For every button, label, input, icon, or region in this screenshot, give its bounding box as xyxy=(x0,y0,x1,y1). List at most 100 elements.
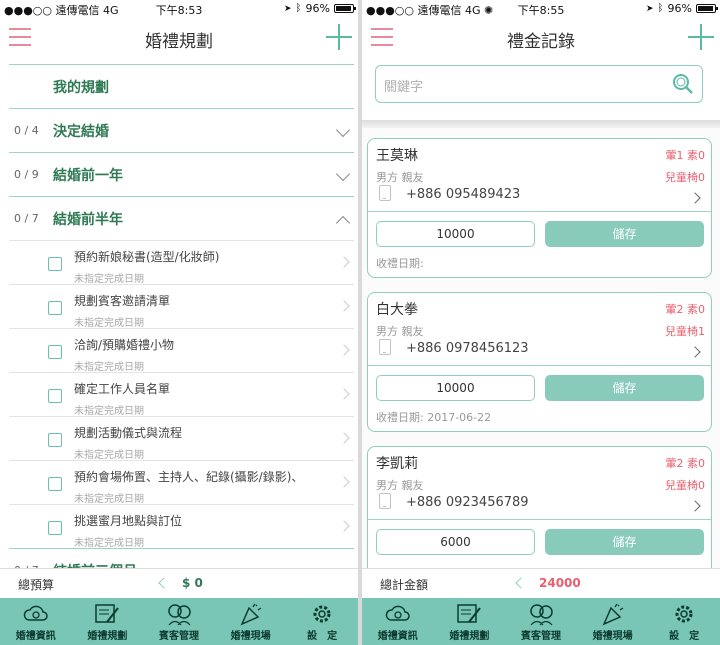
task-checkbox[interactable] xyxy=(48,345,62,359)
guest-phone[interactable]: +886 0978456123 xyxy=(406,341,529,356)
task-title: 確定工作人員名單 xyxy=(74,382,171,396)
task-checkbox[interactable] xyxy=(48,389,62,403)
task-due-date: 未指定完成日期 xyxy=(74,538,144,549)
phone-icon xyxy=(379,185,391,201)
chevron-down-icon xyxy=(335,122,351,138)
tab-settings[interactable]: 設 定 xyxy=(286,598,358,645)
tab-settings[interactable]: 設 定 xyxy=(648,598,720,645)
guest-phone[interactable]: +886 095489423 xyxy=(406,187,520,202)
add-icon[interactable] xyxy=(688,24,714,50)
child-seat-count: 兒童椅0 xyxy=(665,479,705,492)
save-button[interactable]: 儲存 xyxy=(545,221,704,247)
chevron-right-icon[interactable] xyxy=(689,500,701,512)
task-due-date: 未指定完成日期 xyxy=(74,274,144,285)
chevron-right-icon[interactable] xyxy=(689,346,701,358)
chevron-down-icon xyxy=(335,166,351,182)
section-one-year-before[interactable]: 0 / 9 結婚前一年 xyxy=(9,152,354,196)
task-due-date: 未指定完成日期 xyxy=(74,406,144,417)
location-icon: ➤ xyxy=(284,3,292,14)
tab-label: 賓客管理 xyxy=(158,631,199,642)
section-count: 0 / 9 xyxy=(14,168,39,181)
tab-wedding-venue[interactable]: 婚禮現場 xyxy=(215,598,287,645)
guest-relation: 男方 親友 xyxy=(376,325,424,338)
guests-icon xyxy=(530,604,553,626)
section-label: 決定結婚 xyxy=(53,123,109,140)
meal-count: 葷2 素0 xyxy=(665,303,706,316)
my-plan-row[interactable]: 我的規劃 xyxy=(9,64,354,108)
guest-phone[interactable]: +886 0923456789 xyxy=(406,495,529,510)
gift-card: 王莫琳 葷1 素0 男方 親友 兒童椅0 +886 095489423 1000… xyxy=(367,138,712,278)
wedding-planning-screen: ●●●○○ 遠傳電信 4G 下午8:53 ➤ ᛒ 96% 婚禮規劃 我的規劃 0… xyxy=(0,0,358,645)
tab-label: 婚禮現場 xyxy=(230,631,271,642)
task-title: 洽詢/預購婚禮小物 xyxy=(74,338,175,352)
tab-wedding-venue[interactable]: 婚禮現場 xyxy=(577,598,649,645)
meal-count: 葷1 素0 xyxy=(665,149,706,162)
tab-wedding-planning[interactable]: 婚禮規劃 xyxy=(434,598,506,645)
bluetooth-icon: ᛒ xyxy=(657,3,664,14)
task-due-date: 未指定完成日期 xyxy=(74,450,144,461)
gear-icon xyxy=(313,605,331,623)
task-checkbox[interactable] xyxy=(48,477,62,491)
task-checkbox[interactable] xyxy=(48,433,62,447)
tab-label: 設 定 xyxy=(669,631,700,642)
party-popper-icon xyxy=(240,603,261,626)
gift-amount-input[interactable]: 10000 xyxy=(376,375,535,401)
tab-label: 婚禮現場 xyxy=(592,631,633,642)
chevron-right-icon[interactable] xyxy=(689,192,701,204)
tab-bar: 婚禮資訊 婚禮規劃 賓客管理 婚禮現場 設 定 xyxy=(0,598,358,645)
guest-relation: 男方 親友 xyxy=(376,171,424,184)
search-input[interactable]: 關鍵字 xyxy=(375,65,703,103)
section-shadow xyxy=(362,120,720,128)
task-due-date: 未指定完成日期 xyxy=(74,362,144,373)
meal-count: 葷2 素0 xyxy=(665,457,706,470)
gift-amount-input[interactable]: 10000 xyxy=(376,221,535,247)
section-label: 結婚前半年 xyxy=(53,211,123,228)
chevron-left-icon[interactable] xyxy=(515,577,527,589)
task-item[interactable]: 預約新娘秘書(造型/化妝師) 未指定完成日期 xyxy=(9,240,354,285)
task-item[interactable]: 規劃賓客邀請清單 未指定完成日期 xyxy=(9,284,354,329)
status-bar: ●●●○○ 遠傳電信 4G 下午8:53 ➤ ᛒ 96% xyxy=(0,0,358,18)
battery-indicator: ➤ ᛒ 96% xyxy=(284,2,356,15)
task-title: 挑選蜜月地點與訂位 xyxy=(74,514,183,528)
chevron-right-icon xyxy=(338,388,350,400)
battery-percent: 96% xyxy=(667,2,692,15)
search-placeholder: 關鍵字 xyxy=(384,80,424,95)
chevron-right-icon xyxy=(338,256,350,268)
nav-bar: 婚禮規劃 xyxy=(0,18,358,60)
tab-guest-management[interactable]: 賓客管理 xyxy=(143,598,215,645)
tab-wedding-info[interactable]: 婚禮資訊 xyxy=(0,598,72,645)
total-summary-bar: 總計金額 24000 xyxy=(362,568,720,598)
task-title: 預約新娘秘書(造型/化妝師) xyxy=(74,250,220,264)
save-button[interactable]: 儲存 xyxy=(545,375,704,401)
search-icon[interactable] xyxy=(672,73,694,95)
budget-summary-bar: 總預算 $ 0 xyxy=(0,568,358,598)
section-half-year-before[interactable]: 0 / 7 結婚前半年 xyxy=(9,196,354,240)
tab-bar: 婚禮資訊 婚禮規劃 賓客管理 婚禮現場 設 定 xyxy=(362,598,720,645)
task-checkbox[interactable] xyxy=(48,521,62,535)
add-icon[interactable] xyxy=(326,24,352,50)
page-title: 禮金記錄 xyxy=(507,32,575,52)
gift-amount-input[interactable]: 6000 xyxy=(376,529,535,555)
battery-indicator: ➤ ᛒ 96% xyxy=(646,2,718,15)
tab-wedding-info[interactable]: 婚禮資訊 xyxy=(362,598,434,645)
task-item[interactable]: 預約會場佈置、主持人、紀錄(攝影/錄影)、 未指定完成日期 xyxy=(9,460,354,505)
party-popper-icon xyxy=(602,603,623,626)
budget-value: $ 0 xyxy=(182,576,203,590)
cloud-refresh-icon xyxy=(23,605,48,621)
task-item[interactable]: 挑選蜜月地點與訂位 未指定完成日期 xyxy=(9,504,354,549)
tab-guest-management[interactable]: 賓客管理 xyxy=(505,598,577,645)
section-decide-marriage[interactable]: 0 / 4 決定結婚 xyxy=(9,108,354,152)
task-item[interactable]: 確定工作人員名單 未指定完成日期 xyxy=(9,372,354,417)
task-item[interactable]: 規劃活動儀式與流程 未指定完成日期 xyxy=(9,416,354,461)
child-seat-count: 兒童椅1 xyxy=(665,325,705,338)
tab-wedding-planning[interactable]: 婚禮規劃 xyxy=(72,598,144,645)
task-checkbox[interactable] xyxy=(48,301,62,315)
battery-percent: 96% xyxy=(305,2,330,15)
task-checkbox[interactable] xyxy=(48,257,62,271)
task-item[interactable]: 洽詢/預購婚禮小物 未指定完成日期 xyxy=(9,328,354,373)
chevron-left-icon[interactable] xyxy=(158,577,170,589)
tab-label: 賓客管理 xyxy=(520,631,561,642)
save-button[interactable]: 儲存 xyxy=(545,529,704,555)
status-bar: ●●●○○ 遠傳電信 4G ✺ 下午8:55 ➤ ᛒ 96% xyxy=(362,0,720,18)
budget-label: 總預算 xyxy=(18,578,55,592)
